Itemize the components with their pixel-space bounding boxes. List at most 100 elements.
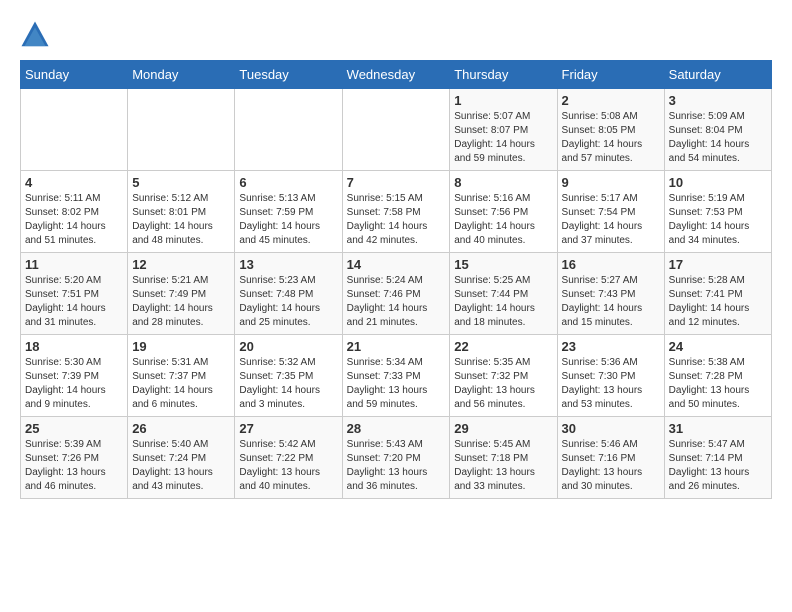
calendar-cell: 28 Sunrise: 5:43 AM Sunset: 7:20 PM Dayli…: [342, 417, 450, 499]
calendar-cell: 3 Sunrise: 5:09 AM Sunset: 8:04 PM Daylig…: [664, 89, 771, 171]
day-number: 28: [347, 421, 446, 436]
day-info: Sunrise: 5:11 AM Sunset: 8:02 PM Dayligh…: [25, 192, 123, 248]
day-number: 6: [239, 175, 337, 190]
calendar-cell: 30 Sunrise: 5:46 AM Sunset: 7:16 PM Dayli…: [557, 417, 664, 499]
day-number: 22: [454, 339, 552, 354]
calendar-cell: 27 Sunrise: 5:42 AM Sunset: 7:22 PM Dayli…: [235, 417, 342, 499]
day-number: 20: [239, 339, 337, 354]
day-number: 16: [562, 257, 660, 272]
calendar-cell: 25 Sunrise: 5:39 AM Sunset: 7:26 PM Dayli…: [21, 417, 128, 499]
calendar-cell: [342, 89, 450, 171]
day-info: Sunrise: 5:20 AM Sunset: 7:51 PM Dayligh…: [25, 274, 123, 330]
day-info: Sunrise: 5:25 AM Sunset: 7:44 PM Dayligh…: [454, 274, 552, 330]
calendar-week-row: 4 Sunrise: 5:11 AM Sunset: 8:02 PM Daylig…: [21, 171, 772, 253]
calendar-week-row: 18 Sunrise: 5:30 AM Sunset: 7:39 PM Dayli…: [21, 335, 772, 417]
page-header: [20, 20, 772, 50]
day-info: Sunrise: 5:24 AM Sunset: 7:46 PM Dayligh…: [347, 274, 446, 330]
calendar-cell: 13 Sunrise: 5:23 AM Sunset: 7:48 PM Dayli…: [235, 253, 342, 335]
day-of-week-header: Saturday: [664, 61, 771, 89]
day-number: 7: [347, 175, 446, 190]
calendar-cell: 1Sunrise: 5:07 AM Sunset: 8:07 PM Daylig…: [450, 89, 557, 171]
calendar-cell: 21 Sunrise: 5:34 AM Sunset: 7:33 PM Dayli…: [342, 335, 450, 417]
day-number: 24: [669, 339, 767, 354]
day-number: 13: [239, 257, 337, 272]
day-number: 31: [669, 421, 767, 436]
day-of-week-header: Friday: [557, 61, 664, 89]
day-number: 27: [239, 421, 337, 436]
calendar-cell: 10Sunrise: 5:19 AM Sunset: 7:53 PM Dayli…: [664, 171, 771, 253]
day-of-week-header: Wednesday: [342, 61, 450, 89]
day-info: Sunrise: 5:46 AM Sunset: 7:16 PM Dayligh…: [562, 438, 660, 494]
day-info: Sunrise: 5:27 AM Sunset: 7:43 PM Dayligh…: [562, 274, 660, 330]
calendar-cell: 23 Sunrise: 5:36 AM Sunset: 7:30 PM Dayli…: [557, 335, 664, 417]
calendar-cell: 5 Sunrise: 5:12 AM Sunset: 8:01 PM Daylig…: [128, 171, 235, 253]
day-number: 18: [25, 339, 123, 354]
day-number: 21: [347, 339, 446, 354]
logo: [20, 20, 54, 50]
day-info: Sunrise: 5:31 AM Sunset: 7:37 PM Dayligh…: [132, 356, 230, 412]
calendar-cell: 18 Sunrise: 5:30 AM Sunset: 7:39 PM Dayli…: [21, 335, 128, 417]
calendar-cell: 17 Sunrise: 5:28 AM Sunset: 7:41 PM Dayli…: [664, 253, 771, 335]
calendar-week-row: 11Sunrise: 5:20 AM Sunset: 7:51 PM Dayli…: [21, 253, 772, 335]
day-info: Sunrise: 5:09 AM Sunset: 8:04 PM Dayligh…: [669, 110, 767, 166]
calendar-week-row: 25 Sunrise: 5:39 AM Sunset: 7:26 PM Dayli…: [21, 417, 772, 499]
day-of-week-header: Sunday: [21, 61, 128, 89]
day-info: Sunrise: 5:21 AM Sunset: 7:49 PM Dayligh…: [132, 274, 230, 330]
day-info: Sunrise: 5:47 AM Sunset: 7:14 PM Dayligh…: [669, 438, 767, 494]
day-number: 29: [454, 421, 552, 436]
day-info: Sunrise: 5:19 AM Sunset: 7:53 PM Dayligh…: [669, 192, 767, 248]
day-info: Sunrise: 5:32 AM Sunset: 7:35 PM Dayligh…: [239, 356, 337, 412]
day-info: Sunrise: 5:36 AM Sunset: 7:30 PM Dayligh…: [562, 356, 660, 412]
day-info: Sunrise: 5:40 AM Sunset: 7:24 PM Dayligh…: [132, 438, 230, 494]
day-info: Sunrise: 5:15 AM Sunset: 7:58 PM Dayligh…: [347, 192, 446, 248]
calendar-cell: 26 Sunrise: 5:40 AM Sunset: 7:24 PM Dayli…: [128, 417, 235, 499]
logo-icon: [20, 20, 50, 50]
day-info: Sunrise: 5:43 AM Sunset: 7:20 PM Dayligh…: [347, 438, 446, 494]
calendar-cell: 7 Sunrise: 5:15 AM Sunset: 7:58 PM Daylig…: [342, 171, 450, 253]
day-info: Sunrise: 5:28 AM Sunset: 7:41 PM Dayligh…: [669, 274, 767, 330]
day-info: Sunrise: 5:38 AM Sunset: 7:28 PM Dayligh…: [669, 356, 767, 412]
calendar-cell: 29Sunrise: 5:45 AM Sunset: 7:18 PM Dayli…: [450, 417, 557, 499]
calendar-cell: [235, 89, 342, 171]
day-number: 4: [25, 175, 123, 190]
calendar-cell: 24 Sunrise: 5:38 AM Sunset: 7:28 PM Dayli…: [664, 335, 771, 417]
day-number: 5: [132, 175, 230, 190]
day-info: Sunrise: 5:12 AM Sunset: 8:01 PM Dayligh…: [132, 192, 230, 248]
day-info: Sunrise: 5:35 AM Sunset: 7:32 PM Dayligh…: [454, 356, 552, 412]
day-info: Sunrise: 5:42 AM Sunset: 7:22 PM Dayligh…: [239, 438, 337, 494]
day-info: Sunrise: 5:30 AM Sunset: 7:39 PM Dayligh…: [25, 356, 123, 412]
calendar-cell: 16 Sunrise: 5:27 AM Sunset: 7:43 PM Dayli…: [557, 253, 664, 335]
day-info: Sunrise: 5:13 AM Sunset: 7:59 PM Dayligh…: [239, 192, 337, 248]
day-number: 19: [132, 339, 230, 354]
day-number: 2: [562, 93, 660, 108]
day-of-week-header: Monday: [128, 61, 235, 89]
day-info: Sunrise: 5:23 AM Sunset: 7:48 PM Dayligh…: [239, 274, 337, 330]
day-number: 23: [562, 339, 660, 354]
calendar-cell: 6 Sunrise: 5:13 AM Sunset: 7:59 PM Daylig…: [235, 171, 342, 253]
day-info: Sunrise: 5:34 AM Sunset: 7:33 PM Dayligh…: [347, 356, 446, 412]
day-number: 30: [562, 421, 660, 436]
calendar-header-row: SundayMondayTuesdayWednesdayThursdayFrid…: [21, 61, 772, 89]
calendar-cell: 14 Sunrise: 5:24 AM Sunset: 7:46 PM Dayli…: [342, 253, 450, 335]
calendar-cell: 19 Sunrise: 5:31 AM Sunset: 7:37 PM Dayli…: [128, 335, 235, 417]
calendar-cell: 4 Sunrise: 5:11 AM Sunset: 8:02 PM Daylig…: [21, 171, 128, 253]
day-of-week-header: Thursday: [450, 61, 557, 89]
calendar-cell: [128, 89, 235, 171]
calendar-cell: 20 Sunrise: 5:32 AM Sunset: 7:35 PM Dayli…: [235, 335, 342, 417]
day-info: Sunrise: 5:39 AM Sunset: 7:26 PM Dayligh…: [25, 438, 123, 494]
calendar-cell: 11Sunrise: 5:20 AM Sunset: 7:51 PM Dayli…: [21, 253, 128, 335]
day-info: Sunrise: 5:07 AM Sunset: 8:07 PM Dayligh…: [454, 110, 552, 166]
day-number: 17: [669, 257, 767, 272]
day-number: 14: [347, 257, 446, 272]
day-number: 26: [132, 421, 230, 436]
day-number: 8: [454, 175, 552, 190]
calendar-cell: 8Sunrise: 5:16 AM Sunset: 7:56 PM Daylig…: [450, 171, 557, 253]
calendar-cell: 2 Sunrise: 5:08 AM Sunset: 8:05 PM Daylig…: [557, 89, 664, 171]
day-number: 3: [669, 93, 767, 108]
calendar-week-row: 1Sunrise: 5:07 AM Sunset: 8:07 PM Daylig…: [21, 89, 772, 171]
day-info: Sunrise: 5:08 AM Sunset: 8:05 PM Dayligh…: [562, 110, 660, 166]
day-number: 25: [25, 421, 123, 436]
day-number: 15: [454, 257, 552, 272]
calendar-table: SundayMondayTuesdayWednesdayThursdayFrid…: [20, 60, 772, 499]
day-number: 9: [562, 175, 660, 190]
